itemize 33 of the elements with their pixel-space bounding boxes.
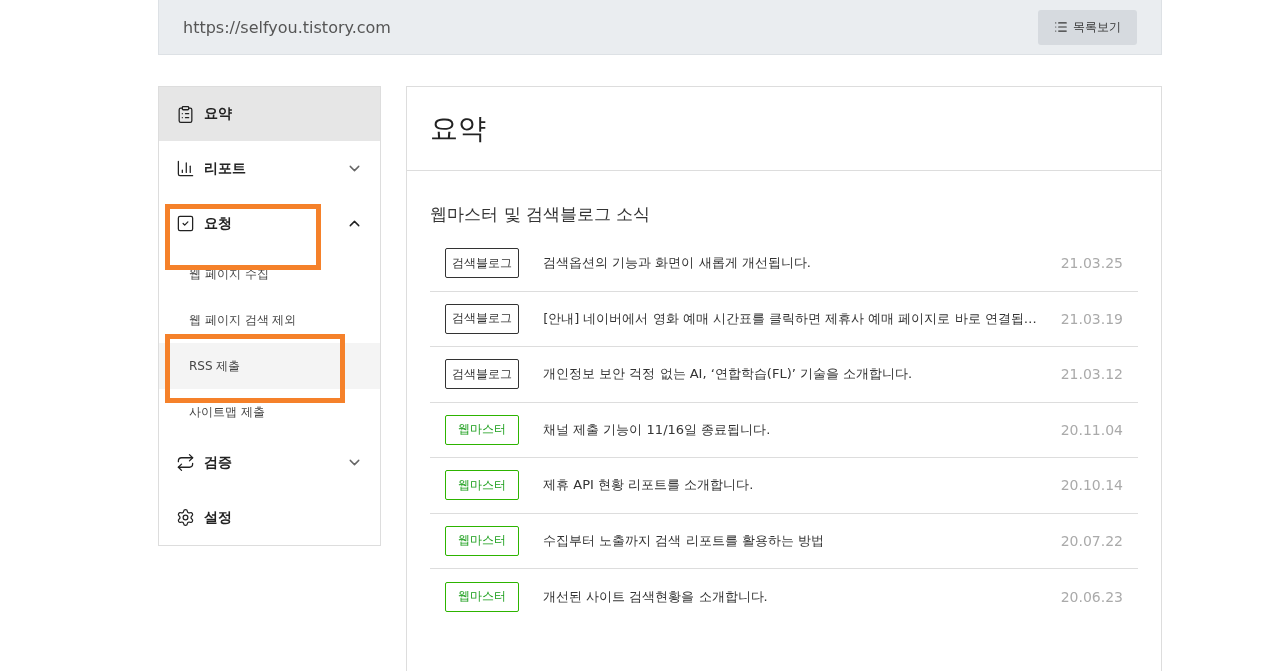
category-tag: 웹마스터 (445, 414, 520, 445)
news-link[interactable]: 제휴 API 현황 리포트를 소개합니다. (543, 476, 1037, 495)
category-tag: 검색블로그 (445, 248, 520, 279)
section-title: 웹마스터 및 검색블로그 소식 (430, 203, 652, 226)
submenu-item[interactable]: RSS 제출 (159, 343, 381, 389)
category-tag: 검색블로그 (445, 359, 520, 390)
news-link[interactable]: [안내] 네이버에서 영화 예매 시간표를 클릭하면 제휴사 예매 페이지로 바로 연결됩… (543, 309, 1037, 328)
news-date: 21.03.19 (1060, 310, 1123, 327)
category-tag: 웹마스터 (445, 525, 520, 556)
news-link[interactable]: 개선된 사이트 검색현황을 소개합니다. (543, 587, 1037, 606)
news-date: 21.03.12 (1060, 366, 1123, 383)
news-date: 21.03.25 (1060, 255, 1123, 272)
news-date: 20.06.23 (1060, 588, 1123, 605)
news-date: 20.10.14 (1060, 477, 1123, 494)
category-tag: 웹마스터 (445, 470, 520, 501)
clipboard-icon (176, 104, 195, 124)
bar-chart-icon (176, 159, 195, 178)
news-link[interactable]: 검색옵션의 기능과 화면이 새롭게 개선됩니다. (543, 254, 1037, 273)
page-title: 요약 (407, 87, 1161, 171)
category-tag: 검색블로그 (445, 303, 520, 334)
sidebar-item[interactable]: 요약 (159, 87, 381, 141)
checkbox-icon (176, 214, 195, 233)
news-link[interactable]: 채널 제출 기능이 11/16일 종료됩니다. (543, 420, 1037, 439)
swap-arrows-icon (176, 453, 195, 472)
list-icon (1054, 20, 1068, 34)
settings-icon (176, 508, 195, 527)
blog-url: https://selfyou.tistory.com (183, 17, 391, 37)
category-tag: 웹마스터 (445, 581, 520, 612)
news-date: 20.11.04 (1060, 421, 1123, 438)
news-link[interactable]: 개인정보 보안 걱정 없는 AI, ‘연합학습(FL)’ 기술을 소개합니다. (543, 365, 1037, 384)
news-date: 20.07.22 (1060, 532, 1123, 549)
news-link[interactable]: 수집부터 노출까지 검색 리포트를 활용하는 방법 (543, 531, 1037, 550)
list-view-button[interactable]: 목록보기 (1038, 9, 1137, 45)
